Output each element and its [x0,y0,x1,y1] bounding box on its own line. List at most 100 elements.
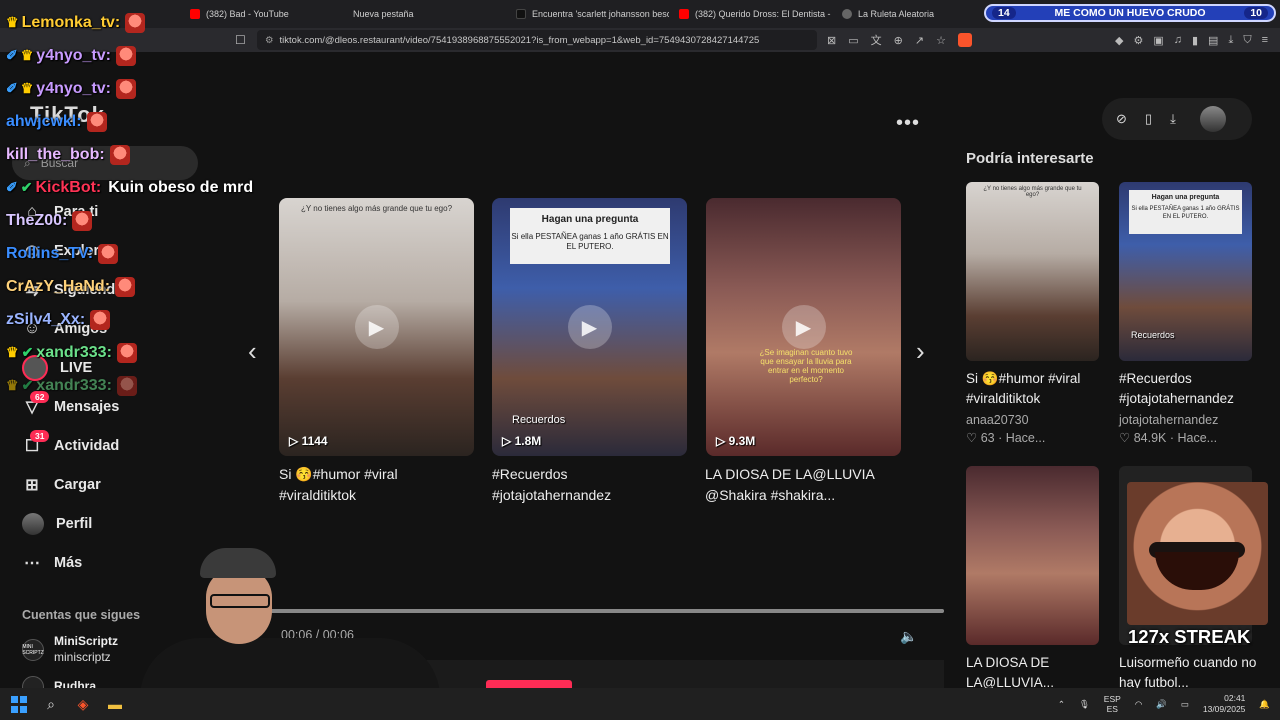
recommend-meta: ♡ 63 · Hace... [966,431,1046,445]
more-icon: ⋯ [24,554,40,572]
zoom-icon[interactable]: ⊕ [894,34,903,47]
recommend-thumbnail[interactable]: Hagan una pregunta Si ella PESTAÑEA ganas… [1119,182,1252,361]
sidebar-item-actividad[interactable]: ☐ 31 Actividad [0,426,230,465]
avatar[interactable] [1199,106,1226,132]
recommend-video-title[interactable]: Luisormeño cuando no hay futbol... [1119,653,1259,693]
globe-icon [842,9,852,19]
chat-text: Kuin obeso de mrd [108,178,254,196]
chat-username[interactable]: kill_the_bob: [6,146,105,164]
chevron-up-icon[interactable]: ⌃ [1058,699,1065,710]
recommend-author[interactable]: jotajotahernandez [1119,413,1218,427]
check-icon: ✔ [21,344,34,360]
browser-tab[interactable]: La Ruleta Aleatoria [832,0,995,28]
extension-icon[interactable]: ◆ [1115,34,1123,47]
windows-start-icon[interactable] [10,695,28,713]
chat-username[interactable]: ahwjcwkl: [6,113,82,131]
following-account[interactable]: MINI SCRIPTZ MiniScriptz miniscriptz [22,634,118,665]
streak-counter: 127x STREAK [1128,626,1251,647]
battery-icon[interactable]: ▭ [1181,699,1189,710]
chat-username[interactable]: CrAzY_HaNd: [6,278,110,296]
site-settings-icon[interactable]: ⚙ [265,35,274,46]
vpn-icon[interactable]: ⛉ [1243,34,1251,47]
recommend-video-title[interactable]: #Recuerdos #jotajotahernandez [1119,369,1259,409]
file-explorer-icon[interactable]: ▬ [106,695,124,713]
chat-username[interactable]: TheZ00: [6,212,67,230]
chat-username[interactable]: zSilv4_Xx: [6,311,85,329]
video-thumbnail[interactable]: Hagan una pregunta Si ella PESTAÑEA ganas… [492,198,687,456]
star-icon[interactable]: ☆ [936,34,946,47]
play-icon[interactable]: ▶ [567,305,612,349]
brave-shield-icon[interactable] [957,33,972,47]
wifi-icon[interactable]: ◠ [1135,699,1142,710]
video-thumbnail[interactable]: ¿Se imaginan cuanto tuvo que ensayar la … [706,198,901,456]
extensions-bar: ◆ ⚙ ▣ ♫ ▮ ▤ ⤓ ⛉ ≡ [1115,34,1280,47]
translate-icon[interactable]: 文 [871,32,882,48]
browser-tab[interactable]: Encuentra 'scarlett johansson beso… [506,0,669,28]
video-title[interactable]: Si 😚#humor #viral #viralditiktok [279,464,474,506]
browser-tab[interactable]: (382) Querido Dross: El Dentista - Yo… [669,0,832,28]
play-icon[interactable]: ▶ [781,305,826,349]
view-count: ▷ 9.3M [716,434,756,448]
upload-icon: ⊞ [25,476,39,494]
search-icon[interactable]: ⌕ [42,695,60,713]
recommend-thumbnail[interactable] [966,466,1099,645]
stream-chat-overlay: ♛ Lemonka_tv: ✐ ♛ y4nyo_tv: ✐ ♛ y4nyo_tv: ahwjcw… [6,6,253,402]
menu-icon[interactable]: ≡ [1262,34,1268,47]
chat-username[interactable]: Lemonka_tv: [22,14,121,32]
video-title[interactable]: #Recuerdos #jotajotahernandez [492,464,687,506]
phone-icon[interactable]: ▯ [1145,111,1152,127]
volume-icon[interactable]: 🔊 [1156,699,1167,710]
wallet-icon[interactable]: ▤ [1208,34,1218,47]
browser-tab[interactable]: Nueva pestaña [343,0,506,28]
chat-message: ♛ ✔ xandr333: [6,369,253,402]
language-indicator[interactable]: ESP ES [1104,694,1121,714]
recommend-title: Podría interesarte [966,150,1094,167]
download-icon[interactable]: ⤓ [1170,111,1176,127]
sidebar-item-perfil[interactable]: Perfil [0,504,230,543]
video-thumbnail[interactable]: ¿Y no tienes algo más grande que tu ego?… [279,198,474,456]
more-options-icon[interactable]: ••• [896,112,920,135]
download-icon[interactable]: ⤓ [1228,34,1233,47]
carousel-next-icon[interactable]: › [916,336,925,367]
share-icon[interactable]: ↗ [915,34,924,47]
sidebar-icon[interactable]: ▮ [1192,34,1198,47]
chat-message: Rollins_TV: [6,237,253,270]
view-count: ▷ 1144 [289,434,328,448]
sidebar-item-cargar[interactable]: ⊞ Cargar [0,465,230,504]
volume-icon[interactable]: 🔈 [900,628,917,645]
emote-icon [125,12,146,33]
play-icon[interactable]: ▶ [354,305,399,349]
brave-browser-icon[interactable]: ◈ [74,695,92,713]
sword-icon: ✐ [6,80,18,96]
microphone-icon[interactable]: 🎙 [1079,699,1090,710]
chat-username[interactable]: xandr333: [36,377,112,395]
chat-username[interactable]: y4nyo_tv: [36,80,111,98]
clock[interactable]: 02:41 13/09/2025 [1203,693,1246,714]
notification-icon[interactable]: 🔔 [1259,699,1270,710]
emote-icon [98,243,119,264]
music-icon[interactable]: ♫ [1174,34,1182,47]
video-title[interactable]: LA DIOSA DE LA@LLUVIA @Shakira #shakira.… [705,464,900,506]
recommend-thumbnail[interactable]: ¿Y no tienes algo más grande que tu ego? [966,182,1099,361]
chat-username[interactable]: xandr333: [36,344,112,362]
recommend-author[interactable]: anaa20730 [966,413,1029,427]
recommend-video-title[interactable]: Si 😚#humor #viral #viralditiktok [966,369,1106,409]
cast-icon[interactable]: ▭ [848,34,858,47]
chat-username[interactable]: Rollins_TV: [6,245,93,263]
recommend-video-title[interactable]: LA DIOSA DE LA@LLUVIA... [966,653,1106,693]
chat-username[interactable]: KickBot: [35,179,101,197]
crown-icon: ♛ [20,47,34,63]
chat-message: ✐ ♛ y4nyo_tv: [6,72,253,105]
reader-icon[interactable]: ⊠ [827,34,836,47]
emote-icon [116,375,137,396]
top-right-actions: ⊘ ▯ ⤓ [1102,98,1252,140]
extension-icon[interactable]: ⚙ [1133,34,1143,47]
extension-icon[interactable]: ▣ [1153,34,1163,47]
chat-username[interactable]: y4nyo_tv: [36,47,111,65]
windows-taskbar: ⌕ ◈ ▬ ⌃ 🎙 ESP ES ◠ 🔊 ▭ 02:41 13/09/2025 🔔 [0,688,1280,720]
url-field[interactable]: ⚙ tiktok.com/@dleos.restaurant/video/754… [257,30,817,50]
avatar: MINI SCRIPTZ [22,638,44,661]
coin-icon[interactable]: ⊘ [1116,111,1127,127]
check-icon: ✔ [21,377,34,393]
youtube-icon [679,9,689,19]
